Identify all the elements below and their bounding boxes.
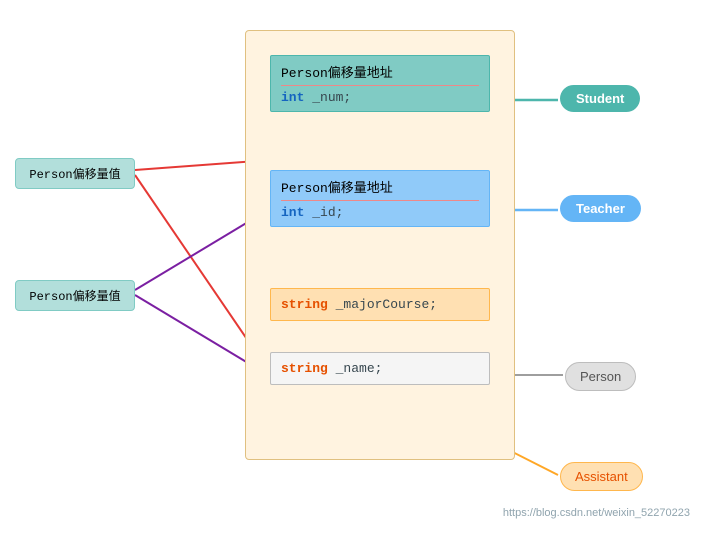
name-var: _name; [336, 361, 383, 376]
major-var: _majorCourse; [336, 297, 437, 312]
offset-box-2-code: int _id; [281, 205, 479, 220]
string-keyword-1: string [281, 297, 328, 312]
name-code: string _name; [281, 361, 479, 376]
person-offset-value-2: Person偏移量值 [15, 280, 135, 311]
student-label: Student [560, 85, 640, 112]
offset-box-2-title: Person偏移量地址 [281, 177, 479, 196]
name-box: string _name; [270, 352, 490, 385]
major-course-box: string _majorCourse; [270, 288, 490, 321]
num-var: _num; [312, 90, 351, 105]
string-keyword-2: string [281, 361, 328, 376]
teacher-label: Teacher [560, 195, 641, 222]
watermark: https://blog.csdn.net/weixin_52270223 [503, 507, 690, 519]
int-keyword-1: int [281, 90, 304, 105]
major-course-code: string _majorCourse; [281, 297, 479, 312]
offset-box-2: Person偏移量地址 int _id; [270, 170, 490, 227]
person-offset-value-1: Person偏移量值 [15, 158, 135, 189]
assistant-label: Assistant [560, 462, 643, 491]
person-label: Person [565, 362, 636, 391]
offset-box-1-title: Person偏移量地址 [281, 62, 479, 81]
id-var: _id; [312, 205, 343, 220]
int-keyword-2: int [281, 205, 304, 220]
offset-box-1-code: int _num; [281, 90, 479, 105]
offset-box-1: Person偏移量地址 int _num; [270, 55, 490, 112]
